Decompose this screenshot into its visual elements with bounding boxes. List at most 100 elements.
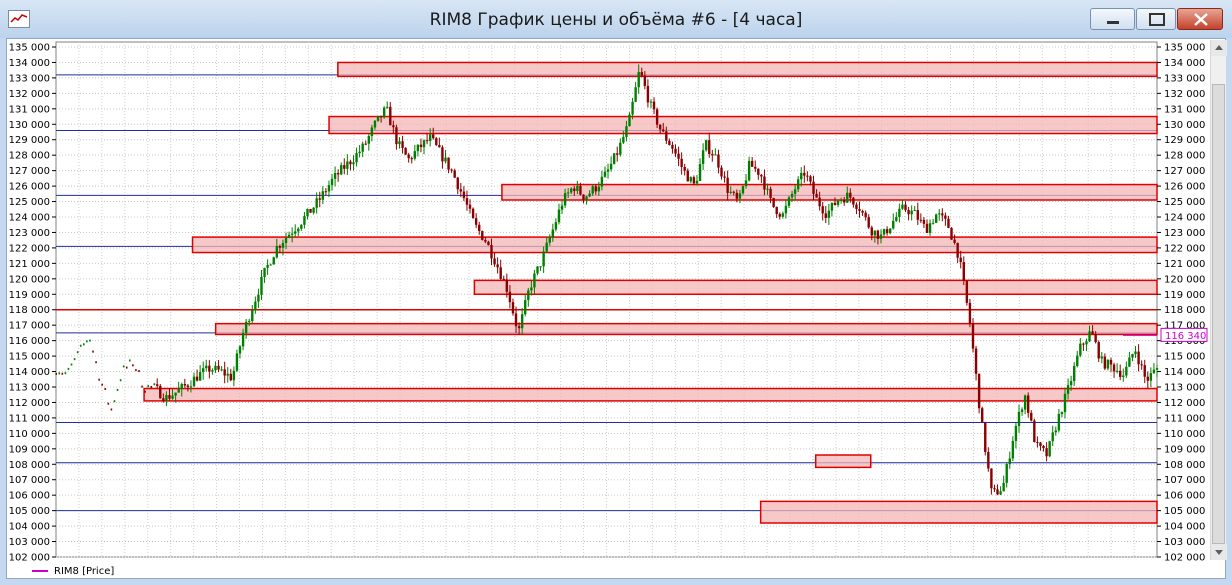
candle-body (214, 365, 217, 371)
candle-body (217, 365, 220, 370)
candle-body (1137, 351, 1140, 365)
candle-body (355, 153, 358, 163)
candle-dot (110, 408, 113, 411)
legend-label: RIM8 [Price] (54, 566, 115, 577)
candle-body (1008, 458, 1011, 465)
candle-body (1020, 409, 1024, 412)
y-tick-label-left: 113 000 (9, 383, 50, 394)
candle-body (340, 165, 343, 175)
candle-body (560, 205, 564, 210)
candle-body (1045, 448, 1048, 457)
y-tick-label-left: 132 000 (9, 89, 50, 100)
y-tick-label-right: 132 000 (1164, 89, 1205, 100)
candle-body (542, 251, 545, 267)
candle-body (481, 231, 484, 240)
candle-body (928, 223, 932, 233)
candle-body (389, 106, 392, 126)
candle-body (514, 313, 518, 327)
scroll-down-button[interactable] (1211, 544, 1227, 560)
y-tick-label-left: 104 000 (9, 522, 50, 533)
candle-body (993, 488, 996, 490)
candle-body (533, 273, 536, 288)
candle-body (729, 191, 732, 193)
candle-body (413, 151, 417, 159)
candle-body (720, 167, 723, 177)
y-tick-label-right: 102 000 (1164, 553, 1205, 564)
candle-body (484, 239, 487, 242)
candle-body (735, 192, 739, 199)
y-tick-label-left: 103 000 (9, 537, 50, 548)
y-tick-label-right: 135 000 (1164, 43, 1205, 54)
y-tick-label-right: 114 000 (1164, 367, 1205, 378)
y-tick-label-right: 115 000 (1164, 352, 1205, 363)
candle-dot (119, 379, 122, 382)
candle-body (987, 451, 990, 469)
candle-body (1106, 359, 1110, 369)
candle-body (585, 196, 588, 200)
y-tick-label-left: 116 000 (9, 336, 50, 347)
candle-body (545, 242, 548, 252)
candle-body (241, 333, 245, 347)
candle-dot (76, 351, 79, 354)
candle-body (573, 188, 576, 192)
candle-body (315, 198, 318, 208)
candle-body (171, 395, 174, 399)
candle-body (1011, 440, 1015, 459)
candle-body (248, 321, 251, 323)
candle-dot (89, 339, 91, 342)
candle-body (649, 101, 653, 103)
price-zone (759, 500, 1158, 524)
y-tick-label-left: 133 000 (9, 73, 50, 84)
candle-body (419, 144, 423, 148)
candle-body (968, 302, 972, 324)
candle-body (364, 143, 367, 145)
scrollbar-thumb[interactable] (1212, 84, 1225, 544)
candle-dot (135, 369, 137, 372)
y-tick-label-right: 110 000 (1164, 429, 1205, 440)
candle-body (404, 147, 407, 155)
candle-body (174, 392, 177, 396)
candle-body (892, 220, 895, 229)
candle-body (517, 326, 521, 329)
candle-dot (55, 372, 57, 375)
candle-body (652, 101, 656, 110)
candle-body (1152, 369, 1156, 374)
candle-body (312, 207, 315, 213)
candle-body (229, 373, 233, 381)
candle-dot (92, 350, 94, 353)
candle-body (1005, 464, 1008, 483)
candle-body (159, 385, 162, 399)
candle-body (226, 373, 229, 376)
candle-body (867, 217, 870, 228)
y-tick-label-left: 124 000 (9, 213, 50, 224)
candle-body (1069, 381, 1073, 386)
candle-dot (64, 372, 67, 375)
scroll-up-button[interactable] (1211, 40, 1227, 56)
candle-body (177, 389, 180, 393)
candle-body (778, 214, 781, 217)
y-tick-label-left: 102 000 (9, 553, 50, 564)
candle-body (766, 188, 769, 190)
candle-body (631, 101, 634, 115)
candle-body (873, 230, 877, 236)
y-tick-label-right: 103 000 (1164, 537, 1205, 548)
candle-body (849, 192, 852, 198)
arrow-up-icon (1215, 45, 1223, 50)
vertical-scrollbar[interactable] (1210, 40, 1227, 560)
candle-body (202, 368, 205, 373)
y-tick-label-right: 121 000 (1164, 259, 1205, 270)
y-tick-label-right: 128 000 (1164, 151, 1205, 162)
candle-body (800, 172, 803, 180)
candle-body (401, 141, 404, 148)
price-zone (143, 387, 1158, 402)
candle-body (582, 194, 585, 200)
candle-body (294, 231, 297, 234)
candle-dot (147, 385, 150, 388)
y-tick-label-left: 120 000 (9, 274, 50, 285)
candle-body (674, 148, 677, 154)
candle-dot (73, 358, 76, 361)
candle-body (1100, 356, 1103, 359)
candle-body (1097, 342, 1100, 359)
candle-body (686, 170, 689, 182)
candle-body (931, 222, 935, 224)
